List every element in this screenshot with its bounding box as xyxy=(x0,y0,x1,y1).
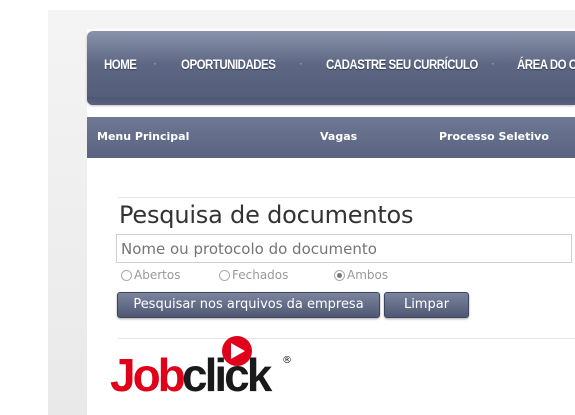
subnav-item-menu-principal[interactable]: Menu Principal xyxy=(97,130,189,143)
radio-abertos[interactable]: Abertos xyxy=(121,267,180,283)
radio-label: Abertos xyxy=(134,268,181,282)
nav-separator: · xyxy=(491,57,495,71)
radio-button[interactable] xyxy=(219,269,230,281)
top-navigation: HOME · OPORTUNIDADES · CADASTRE SEU CURR… xyxy=(87,31,575,105)
radio-button[interactable] xyxy=(121,269,132,281)
clear-button[interactable]: Limpar xyxy=(384,292,469,318)
search-input[interactable] xyxy=(116,234,572,263)
subnav-item-vagas[interactable]: Vagas xyxy=(320,130,357,143)
divider xyxy=(118,197,575,198)
nav-item-area[interactable]: ÁREA DO C xyxy=(517,54,575,74)
logo-text-job: Job xyxy=(110,349,185,397)
subnav-item-processo-seletivo[interactable]: Processo Seletivo xyxy=(439,130,549,143)
jobclick-logo: Job click ® xyxy=(110,335,300,401)
nav-separator: · xyxy=(153,57,157,71)
nav-separator: · xyxy=(299,57,303,71)
secondary-navigation: Menu Principal Vagas Processo Seletivo xyxy=(87,117,575,158)
page-title: Pesquisa de documentos xyxy=(119,201,414,229)
search-button[interactable]: Pesquisar nos arquivos da empresa xyxy=(117,292,380,318)
nav-item-home[interactable]: HOME xyxy=(104,54,137,74)
radio-fechados[interactable]: Fechados xyxy=(219,267,288,283)
logo-text-click: click xyxy=(182,349,273,397)
radio-ambos[interactable]: Ambos xyxy=(334,267,388,283)
jobclick-logo-graphic: Job click ® xyxy=(110,336,292,401)
radio-label: Ambos xyxy=(347,268,389,282)
nav-item-oportunidades[interactable]: OPORTUNIDADES xyxy=(181,54,276,74)
radio-button-checked[interactable] xyxy=(334,269,345,281)
nav-item-cadastre-curriculo[interactable]: CADASTRE SEU CURRÍCULO xyxy=(326,54,478,74)
registered-mark: ® xyxy=(282,355,292,366)
radio-label: Fechados xyxy=(232,268,289,282)
nav-bottom-bar xyxy=(87,97,575,105)
